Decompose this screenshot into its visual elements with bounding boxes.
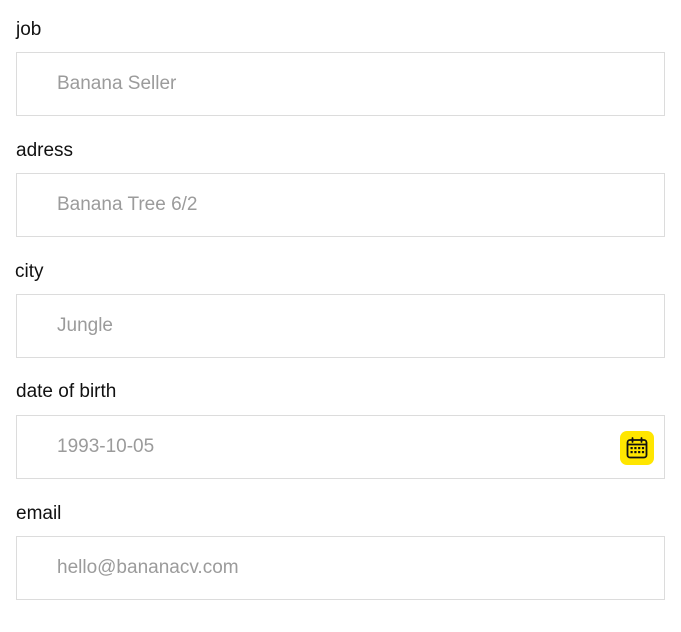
adress-field (16, 173, 665, 237)
email-field (16, 536, 665, 600)
city-label: city (15, 261, 44, 282)
job-label: job (16, 19, 42, 40)
date-of-birth-input[interactable] (17, 416, 664, 478)
adress-label: adress (16, 140, 74, 161)
email-label: email (16, 503, 62, 524)
adress-input[interactable] (17, 174, 664, 236)
date-of-birth-label: date of birth (16, 381, 117, 402)
city-input[interactable] (17, 295, 664, 357)
date-of-birth-field (16, 415, 665, 479)
job-input[interactable] (17, 53, 664, 115)
profile-form: job adress city date of birth (0, 0, 681, 632)
email-input[interactable] (17, 537, 664, 599)
city-field (16, 294, 665, 358)
calendar-button[interactable] (620, 431, 654, 465)
calendar-icon (626, 437, 648, 459)
job-field (16, 52, 665, 116)
